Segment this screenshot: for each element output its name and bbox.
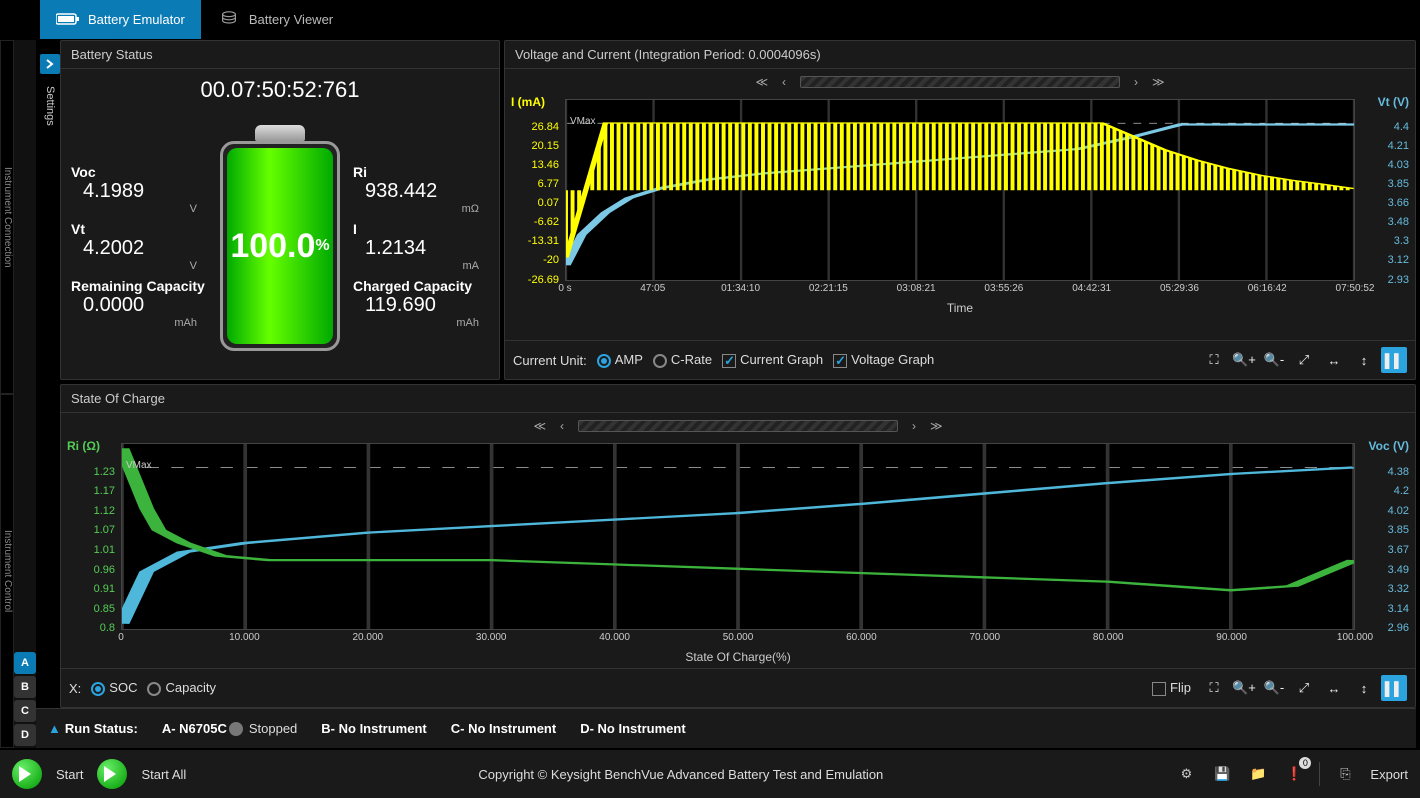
- rail-instrument-control[interactable]: Instrument Control: [0, 394, 14, 748]
- vt-label: Vt: [71, 221, 207, 237]
- left-rail: Instrument Connection Instrument Control: [0, 40, 14, 748]
- remaining-value: 0.0000mAh: [71, 294, 207, 317]
- database-icon: [217, 11, 241, 27]
- battery-status-panel: Battery Status 00.07:50:52:761 Voc 4.198…: [60, 40, 500, 380]
- time-nav-strip: ≪ ‹ › ≫: [511, 73, 1409, 91]
- channel-c[interactable]: C: [14, 700, 36, 722]
- export-label: Export: [1370, 767, 1408, 782]
- fit-x-icon[interactable]: ↔: [1321, 675, 1347, 701]
- charged-label: Charged Capacity: [353, 278, 489, 294]
- channel-rail: A B C D: [14, 40, 36, 748]
- nav-scrollbar[interactable]: [578, 420, 898, 432]
- check-flip[interactable]: Flip: [1152, 680, 1191, 696]
- nav-last-button[interactable]: ≫: [930, 419, 943, 433]
- channel-a[interactable]: A: [14, 652, 36, 674]
- zoom-area-icon[interactable]: ⛶: [1201, 675, 1227, 701]
- charged-value: 119.690mAh: [353, 294, 489, 317]
- save-icon[interactable]: 💾: [1211, 763, 1233, 785]
- footer-bar: Start Start All Copyright © Keysight Ben…: [0, 748, 1420, 798]
- soc-nav-strip: ≪ ‹ › ≫: [67, 417, 1409, 435]
- channel-b[interactable]: B: [14, 676, 36, 698]
- copyright-text: Copyright © Keysight BenchVue Advanced B…: [478, 767, 883, 782]
- ri-value: 938.442mΩ: [353, 180, 489, 203]
- folder-icon[interactable]: 📁: [1247, 763, 1269, 785]
- vi-chart-panel: Voltage and Current (Integration Period:…: [504, 40, 1416, 380]
- zoom-in-icon[interactable]: 🔍+: [1231, 675, 1257, 701]
- nav-first-button[interactable]: ≪: [755, 75, 768, 89]
- battery-graphic: 100.0%: [215, 125, 345, 355]
- radio-soc[interactable]: SOC: [91, 680, 137, 696]
- zoom-in-icon[interactable]: 🔍+: [1231, 347, 1257, 373]
- tab-label: Battery Emulator: [88, 12, 185, 27]
- i-label: I: [353, 221, 489, 237]
- radio-crate[interactable]: C-Rate: [653, 352, 712, 368]
- tab-battery-viewer[interactable]: Battery Viewer: [201, 0, 349, 39]
- soc-controls: X: SOC Capacity Flip ⛶ 🔍+ 🔍- ⤢ ↔ ↕ ▌▌: [61, 668, 1415, 707]
- ri-label: Ri: [353, 164, 489, 180]
- expand-icon[interactable]: ▲: [48, 721, 61, 736]
- vi-plot[interactable]: I (mA)26.8420.1513.466.770.07-6.62-13.31…: [511, 95, 1409, 315]
- voc-value: 4.1989V: [71, 180, 207, 203]
- vt-value: 4.2002V: [71, 237, 207, 260]
- nav-first-button[interactable]: ≪: [533, 419, 546, 433]
- radio-capacity[interactable]: Capacity: [147, 680, 216, 696]
- zoom-out-icon[interactable]: 🔍-: [1261, 675, 1287, 701]
- zoom-out-icon[interactable]: 🔍-: [1261, 347, 1287, 373]
- battery-icon: [56, 11, 80, 27]
- rail-instrument-connection[interactable]: Instrument Connection: [0, 40, 14, 394]
- run-status-a: A- N6705CStopped: [162, 721, 297, 737]
- top-tab-bar: Battery Emulator Battery Viewer: [0, 0, 1420, 40]
- nav-next-button[interactable]: ›: [1134, 75, 1138, 89]
- voc-label: Voc: [71, 164, 207, 180]
- i-value: 1.2134mA: [353, 237, 489, 260]
- zoom-area-icon[interactable]: ⛶: [1201, 347, 1227, 373]
- panel-header: Battery Status: [61, 41, 499, 69]
- soc-chart-panel: State Of Charge ≪ ‹ › ≫ Ri (Ω)1.231.171.…: [60, 384, 1416, 708]
- gear-icon[interactable]: ⚙: [1175, 763, 1197, 785]
- run-status-c: C- No Instrument: [451, 721, 556, 736]
- tab-battery-emulator[interactable]: Battery Emulator: [40, 0, 201, 39]
- fit-x-icon[interactable]: ↔: [1321, 347, 1347, 373]
- panel-header: State Of Charge: [61, 385, 1415, 413]
- vi-controls: Current Unit: AMP C-Rate Current Graph V…: [505, 340, 1415, 379]
- chevron-right-icon: [45, 59, 55, 69]
- radio-amp[interactable]: AMP: [597, 352, 643, 368]
- remaining-label: Remaining Capacity: [71, 278, 207, 294]
- fit-y-icon[interactable]: ↕: [1351, 347, 1377, 373]
- live-icon[interactable]: ▌▌: [1381, 675, 1407, 701]
- alert-icon[interactable]: ❗: [1283, 763, 1305, 785]
- start-all-button[interactable]: [97, 759, 127, 789]
- nav-scrollbar[interactable]: [800, 76, 1120, 88]
- channel-d[interactable]: D: [14, 724, 36, 746]
- run-status-bar: ▲Run Status: A- N6705CStopped B- No Inst…: [36, 708, 1416, 748]
- nav-prev-button[interactable]: ‹: [560, 419, 564, 433]
- panel-header: Voltage and Current (Integration Period:…: [505, 41, 1415, 69]
- check-current-graph[interactable]: Current Graph: [722, 352, 823, 368]
- nav-next-button[interactable]: ›: [912, 419, 916, 433]
- tab-label: Battery Viewer: [249, 12, 333, 27]
- nav-prev-button[interactable]: ‹: [782, 75, 786, 89]
- start-button[interactable]: [12, 759, 42, 789]
- run-status-b: B- No Instrument: [321, 721, 426, 736]
- nav-last-button[interactable]: ≫: [1152, 75, 1165, 89]
- run-status-d: D- No Instrument: [580, 721, 685, 736]
- soc-plot[interactable]: Ri (Ω)1.231.171.121.071.010.960.910.850.…: [67, 439, 1409, 664]
- collapse-settings-button[interactable]: [40, 54, 60, 74]
- fit-icon[interactable]: ⤢: [1291, 347, 1317, 373]
- fit-y-icon[interactable]: ↕: [1351, 675, 1377, 701]
- fit-icon[interactable]: ⤢: [1291, 675, 1317, 701]
- live-icon[interactable]: ▌▌: [1381, 347, 1407, 373]
- export-icon[interactable]: ⎘: [1334, 763, 1356, 785]
- check-voltage-graph[interactable]: Voltage Graph: [833, 352, 934, 368]
- elapsed-time: 00.07:50:52:761: [71, 73, 489, 113]
